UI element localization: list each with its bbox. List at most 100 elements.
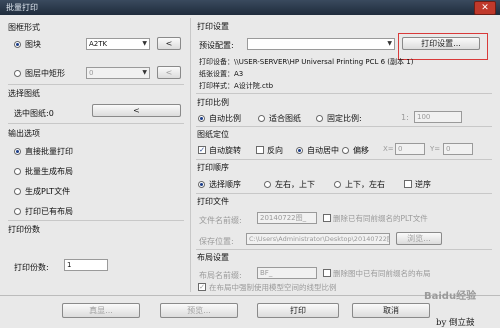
reverse-order-label: 逆序	[415, 180, 431, 189]
baidu-watermark: Baidu经验	[424, 291, 477, 302]
save-location-label: 保存位置:	[199, 237, 234, 246]
highlight-box	[398, 33, 488, 60]
layer-value: 0	[89, 69, 94, 77]
drawing-form-heading: 图框形式	[8, 23, 40, 32]
batch-print-dialog: 批量打印 ✕ 图框形式 图块 A2TK ▼ < 图层中矩形 0 ▼ < 选择图纸…	[0, 0, 500, 328]
block-label: 图块	[25, 40, 41, 49]
auto-center-radio[interactable]	[296, 147, 303, 154]
selected-count-label: 选中图纸:0	[14, 109, 54, 118]
browse-button[interactable]: 浏览...	[396, 232, 442, 245]
preview-button[interactable]: 预览...	[160, 303, 238, 318]
output-options-heading: 输出选项	[8, 129, 40, 138]
select-drawings-button[interactable]: <	[92, 104, 181, 117]
scale-fit-radio[interactable]	[258, 115, 265, 122]
reverse-checkbox[interactable]	[256, 146, 264, 154]
output-option-label: 直接批量打印	[25, 147, 73, 156]
scale-option-label: 适合图纸	[269, 114, 301, 123]
cancel-button[interactable]: 取消	[352, 303, 430, 318]
divider	[196, 93, 492, 94]
reverse-label: 反向	[267, 146, 283, 155]
divider	[196, 126, 492, 127]
select-drawings-heading: 选择图纸	[8, 89, 40, 98]
column-separator	[190, 18, 191, 292]
divider	[8, 84, 184, 85]
delete-layout-checkbox[interactable]	[323, 269, 331, 277]
block-select[interactable]: A2TK ▼	[86, 38, 150, 50]
printer-device-text: 打印设备：\\USER-SERVER\HP Universal Printing…	[199, 58, 414, 66]
scale-auto-radio[interactable]	[198, 115, 205, 122]
divider	[196, 249, 492, 250]
block-radio[interactable]	[14, 41, 21, 48]
order-option-label: 上下，左右	[345, 180, 385, 189]
close-button[interactable]: ✕	[474, 1, 496, 15]
layout-prefix-input[interactable]: BF_	[257, 267, 317, 279]
auto-center-label: 自动居中	[307, 146, 339, 155]
print-file-heading: 打印文件	[197, 197, 229, 206]
author-watermark: by 倒立鼓	[436, 318, 475, 328]
print-style-text: 打印样式：A设计院.ctb	[199, 82, 274, 90]
file-prefix-label: 文件名前缀:	[199, 216, 242, 225]
scale-fixed-radio[interactable]	[316, 115, 323, 122]
layer-select[interactable]: 0 ▼	[86, 67, 150, 79]
window-title: 批量打印	[6, 3, 38, 12]
divider	[8, 123, 184, 124]
output-direct-radio[interactable]	[14, 148, 21, 155]
delete-plt-label: 删除已有同前缀名的PLT文件	[333, 214, 428, 223]
scale-option-label: 自动比例	[209, 114, 241, 123]
offset-label: 偏移	[353, 146, 369, 155]
output-layout-radio[interactable]	[14, 168, 21, 175]
delete-plt-checkbox[interactable]	[323, 214, 331, 222]
modelspace-linetype-label: 在布局中强制使用模型空间的线型比例	[209, 283, 337, 292]
modelspace-linetype-checkbox[interactable]: ✓	[198, 283, 206, 291]
scale-prefix: 1:	[401, 113, 409, 122]
preset-label: 预设配置:	[199, 41, 234, 50]
copies-heading: 打印份数	[8, 225, 40, 234]
auto-rotate-checkbox[interactable]: ✓	[198, 146, 206, 154]
delete-layout-label: 删除图中已有同前缀名的布局	[333, 269, 431, 278]
order-tb-radio[interactable]	[334, 181, 341, 188]
order-heading: 打印顺序	[197, 163, 229, 172]
x-label: X=	[383, 145, 394, 153]
preview-small-button[interactable]: 真显...	[62, 303, 140, 318]
title-bar: 批量打印 ✕	[0, 0, 500, 15]
block-pick-button[interactable]: <	[157, 37, 181, 50]
reverse-order-checkbox[interactable]	[404, 180, 412, 188]
layout-prefix-label: 布局名前缀:	[199, 271, 242, 280]
output-existing-layout-radio[interactable]	[14, 208, 21, 215]
output-option-label: 生成PLT文件	[25, 187, 71, 196]
print-settings-heading: 打印设置	[197, 22, 229, 31]
layer-rect-radio[interactable]	[14, 70, 21, 77]
divider	[8, 220, 184, 221]
order-option-label: 选择顺序	[209, 180, 241, 189]
file-prefix-input[interactable]: 20140722图_	[257, 212, 317, 224]
chevron-down-icon: ▼	[142, 69, 147, 76]
auto-rotate-label: 自动旋转	[209, 146, 241, 155]
position-heading: 图纸定位	[197, 130, 229, 139]
layout-heading: 布局设置	[197, 253, 229, 262]
save-location-input[interactable]: C:\Users\Administrator\Desktop\20140722图	[246, 233, 390, 245]
copies-input[interactable]: 1	[64, 259, 108, 271]
layer-rect-label: 图层中矩形	[25, 69, 65, 78]
layer-pick-button[interactable]: <	[157, 66, 181, 79]
offset-radio[interactable]	[342, 147, 349, 154]
divider	[196, 159, 492, 160]
paper-setting-text: 纸张设置：A3	[199, 70, 244, 78]
y-label: Y=	[430, 145, 441, 153]
order-option-label: 左右，上下	[275, 180, 315, 189]
scale-heading: 打印比例	[197, 98, 229, 107]
chevron-down-icon: ▼	[142, 40, 147, 47]
print-button[interactable]: 打印	[257, 303, 339, 318]
output-plt-radio[interactable]	[14, 188, 21, 195]
scale-input[interactable]: 100	[414, 111, 462, 123]
output-option-label: 批量生成布局	[25, 167, 73, 176]
preset-select[interactable]: ▼	[247, 38, 395, 50]
scale-option-label: 固定比例:	[327, 114, 362, 123]
output-option-label: 打印已有布局	[25, 207, 73, 216]
block-value: A2TK	[89, 40, 108, 48]
divider	[196, 193, 492, 194]
order-lr-radio[interactable]	[264, 181, 271, 188]
chevron-down-icon: ▼	[387, 40, 392, 47]
x-offset-input[interactable]: 0	[395, 143, 425, 155]
y-offset-input[interactable]: 0	[443, 143, 473, 155]
order-select-radio[interactable]	[198, 181, 205, 188]
